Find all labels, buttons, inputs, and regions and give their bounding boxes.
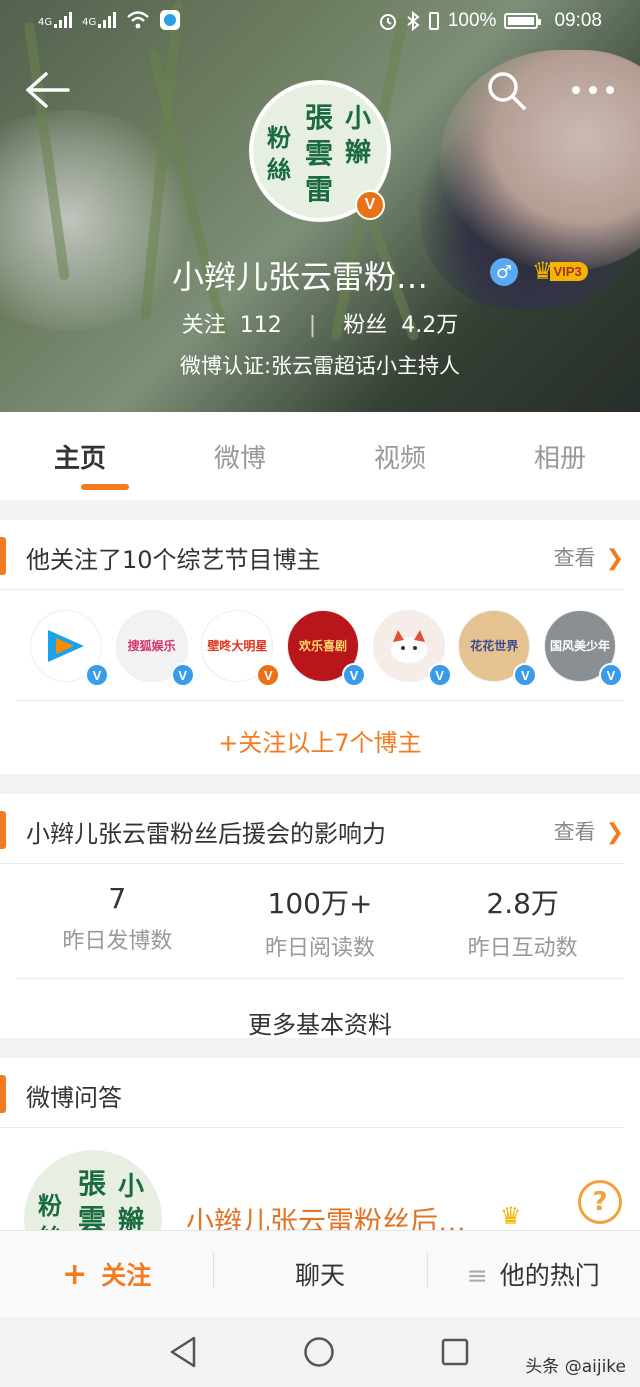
verification-text: 微博认证:张云雷超话小主持人	[179, 354, 461, 378]
help-icon[interactable]: ?	[578, 1180, 622, 1224]
followed-avatar-label: 壁咚大明星	[207, 639, 268, 653]
back-arrow-icon[interactable]	[24, 70, 70, 110]
more-icon[interactable]	[570, 84, 616, 96]
influence-card-header: 小辫儿张云雷粉丝后援会的影响力 查看 ❯	[0, 794, 624, 864]
nav-back-icon[interactable]	[168, 1335, 198, 1369]
followed-avatar-label: 搜狐娱乐	[127, 639, 176, 653]
clock: 09:08	[554, 10, 602, 31]
signal-icon: 4G	[38, 12, 73, 28]
following-stat[interactable]: 关注 112	[182, 313, 282, 338]
followed-avatar[interactable]: 花花世界 V	[458, 610, 538, 687]
chat-button[interactable]: 聊天	[213, 1252, 426, 1292]
alarm-icon	[379, 14, 396, 30]
status-bar: 4G 4G 100% 09:08	[0, 0, 640, 44]
watermark: 头条 @aijike	[525, 1357, 626, 1377]
followers-stat[interactable]: 粉丝 4.2万	[343, 313, 458, 338]
qa-card: 微博问答 小 辮 張 雲 粉 絲 小辫儿张云雷粉丝后… ♛	[0, 1058, 640, 1230]
qa-item-name: 小辫儿张云雷粉丝后…	[186, 1205, 467, 1230]
profile-stats: 关注 112 | 粉丝 4.2万	[181, 313, 459, 338]
signal-icon: 4G	[82, 12, 117, 28]
nav-recents-icon[interactable]	[441, 1338, 469, 1366]
metric-interactions: 2.8万 昨日互动数	[467, 887, 578, 961]
vip-level: VIP3	[549, 261, 588, 281]
followed-avatar-label: 国风美少年	[549, 639, 610, 653]
vip-badge[interactable]: ♛ VIP3	[532, 257, 588, 285]
search-icon[interactable]	[486, 70, 528, 112]
followed-avatar[interactable]: V	[30, 610, 109, 687]
tencent-video-logo-icon	[48, 630, 84, 662]
qa-item[interactable]: 小 辮 張 雲 粉 絲 小辫儿张云雷粉丝后… ♛	[0, 1128, 640, 1230]
tab-video[interactable]: 视频	[320, 412, 480, 500]
chevron-right-icon: ❯	[605, 546, 624, 571]
verified-badge-icon: V	[256, 663, 281, 687]
verified-badge-icon: V	[170, 663, 195, 687]
tab-album[interactable]: 相册	[480, 412, 640, 500]
metric-reads: 100万+ 昨日阅读数	[265, 887, 376, 961]
followed-avatar[interactable]: 搜狐娱乐 V	[115, 610, 195, 687]
follows-card-title: 他关注了10个综艺节目博主	[26, 546, 321, 574]
wifi-icon	[127, 11, 150, 29]
profile-tabs: 主页 微博 视频 相册	[0, 412, 640, 500]
verified-badge-icon: V	[598, 663, 623, 687]
influence-metrics: 7 昨日发博数 100万+ 昨日阅读数 2.8万 昨日互动数	[16, 864, 624, 979]
menu-icon: ≡	[466, 1261, 488, 1290]
followed-avatar-label: 花花世界	[470, 639, 519, 653]
followed-avatar[interactable]: 欢乐喜剧 V	[286, 610, 366, 687]
verified-badge-icon: V	[427, 663, 452, 687]
follows-view-more[interactable]: 查看 ❯	[554, 542, 624, 572]
chevron-right-icon: ❯	[605, 820, 624, 845]
tab-weibo[interactable]: 微博	[160, 412, 320, 500]
qa-card-title: 微博问答	[26, 1084, 122, 1112]
followed-avatar-label: 欢乐喜剧	[298, 639, 347, 653]
follows-card: 他关注了10个综艺节目博主 查看 ❯ V 搜狐娱乐 V 壁咚大明星 V 欢乐喜剧 V V 花花世界…	[0, 520, 640, 774]
qa-avatar: 小 辮 張 雲 粉 絲	[24, 1150, 162, 1230]
battery-percent: 100%	[447, 10, 497, 31]
more-basic-info-link[interactable]: 更多基本资料	[0, 979, 640, 1057]
influence-card: 小辫儿张云雷粉丝后援会的影响力 查看 ❯ 7 昨日发博数 100万+ 昨日阅读数 …	[0, 794, 640, 1039]
qa-card-header: 微博问答	[0, 1058, 624, 1128]
influence-card-title: 小辫儿张云雷粉丝后援会的影响力	[26, 820, 386, 848]
influence-view-more[interactable]: 查看 ❯	[554, 816, 624, 846]
follow-all-button[interactable]: +关注以上7个博主	[16, 700, 624, 776]
bottom-action-bar: + 关注 聊天 ≡ 他的热门	[0, 1230, 640, 1317]
followed-avatar[interactable]: 壁咚大明星 V	[201, 610, 281, 687]
metric-posts: 7 昨日发博数	[62, 882, 173, 954]
verified-badge-icon: V	[341, 663, 366, 687]
followed-avatars: V 搜狐娱乐 V 壁咚大明星 V 欢乐喜剧 V V 花花世界 V 国风美少年 V	[0, 590, 640, 700]
nav-home-icon[interactable]	[303, 1336, 335, 1368]
verified-badge-icon: V	[355, 190, 385, 220]
gender-male-icon: ♂	[490, 258, 518, 286]
fox-mascot-icon	[390, 630, 427, 663]
verified-badge-icon: V	[85, 663, 109, 687]
verified-badge-icon: V	[513, 663, 538, 687]
bluetooth-icon	[407, 11, 420, 31]
followed-avatar[interactable]: 国风美少年 V	[543, 610, 623, 687]
tab-home[interactable]: 主页	[0, 412, 160, 500]
crown-icon: ♛	[500, 1202, 522, 1230]
hot-posts-button[interactable]: ≡ 他的热门	[426, 1252, 640, 1292]
followed-avatar[interactable]: V	[372, 610, 452, 687]
vibrate-icon	[428, 12, 439, 30]
follow-button[interactable]: + 关注	[0, 1256, 213, 1292]
battery-icon	[504, 13, 542, 29]
app-notification-icon	[160, 10, 181, 30]
plus-icon: +	[62, 1257, 88, 1292]
follows-card-header: 他关注了10个综艺节目博主 查看 ❯	[0, 520, 624, 590]
